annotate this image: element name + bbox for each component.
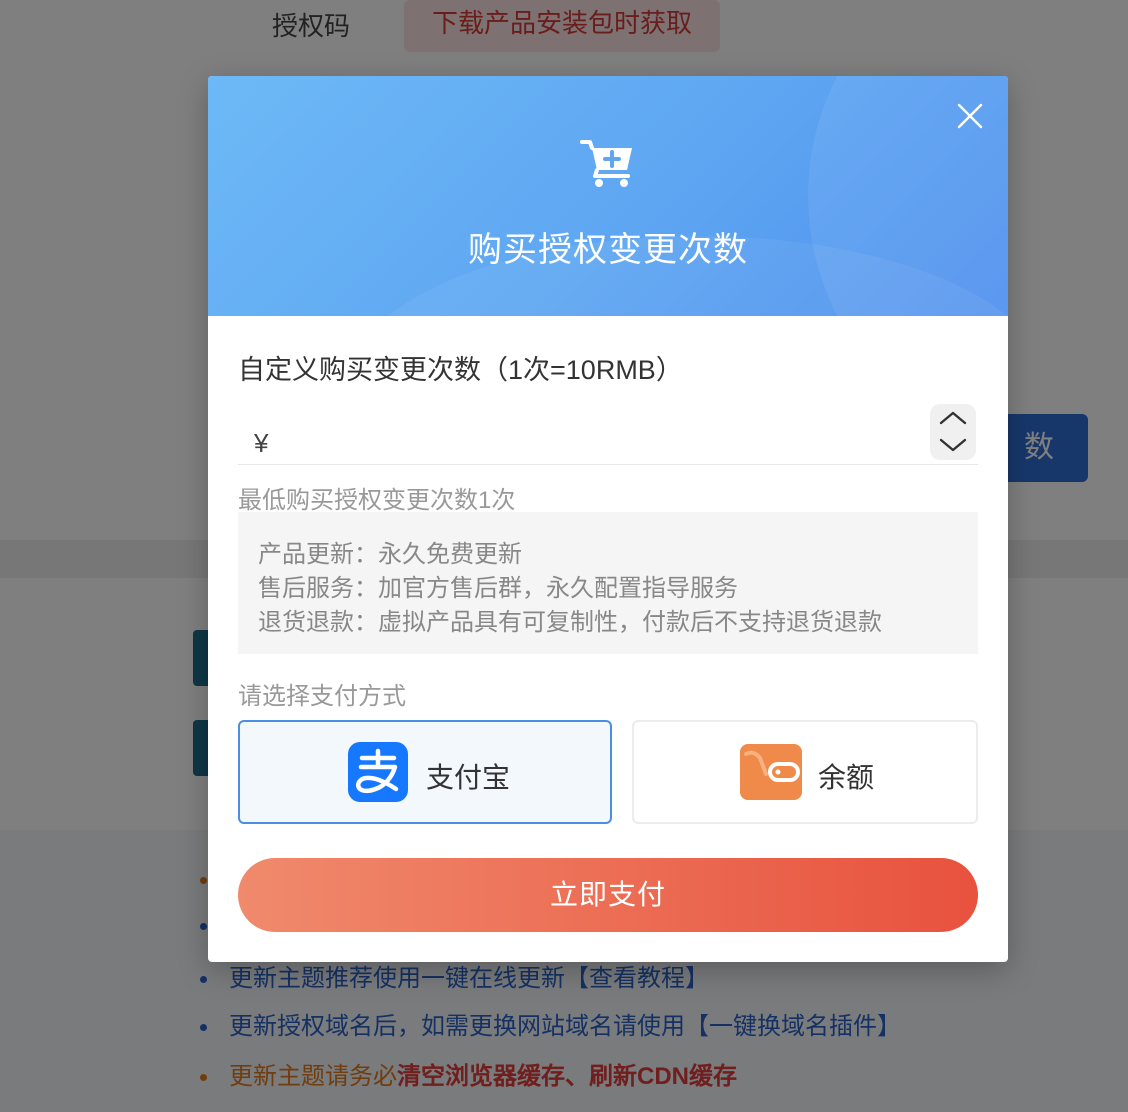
- quantity-field: ¥: [238, 404, 978, 465]
- modal-header: 购买授权变更次数: [208, 76, 1008, 316]
- close-icon[interactable]: [956, 102, 984, 130]
- currency-symbol: ¥: [254, 428, 269, 458]
- chevron-down-icon[interactable]: [930, 432, 976, 460]
- minimum-hint: 最低购买授权变更次数1次: [238, 487, 516, 514]
- chevron-up-icon[interactable]: [930, 404, 976, 432]
- alipay-icon: [348, 742, 408, 802]
- modal-title: 购买授权变更次数: [468, 231, 748, 269]
- cart-plus-icon: [580, 140, 632, 187]
- wallet-icon: [740, 744, 802, 800]
- payment-option-label: 支付宝: [426, 762, 511, 793]
- purchase-modal: 购买授权变更次数 自定义购买变更次数（1次=10RMB） ¥ 最低购买授权变更次…: [208, 76, 1008, 962]
- payment-option-alipay[interactable]: 支付宝: [238, 720, 612, 824]
- quantity-input[interactable]: [284, 418, 888, 460]
- payment-method-label: 请选择支付方式: [238, 683, 406, 710]
- pay-now-button[interactable]: 立即支付: [238, 858, 978, 932]
- payment-option-label: 余额: [818, 762, 875, 793]
- terms-box: 产品更新：永久免费更新 售后服务：加官方售后群，永久配置指导服务 退货退款：虚拟…: [238, 512, 978, 654]
- quantity-stepper[interactable]: [930, 404, 976, 460]
- terms-line: 退货退款：虚拟产品具有可复制性，付款后不支持退货退款: [258, 609, 882, 636]
- quantity-label: 自定义购买变更次数（1次=10RMB）: [238, 355, 683, 385]
- terms-line: 售后服务：加官方售后群，永久配置指导服务: [258, 575, 738, 602]
- payment-option-balance[interactable]: 余额: [632, 720, 978, 824]
- terms-line: 产品更新：永久免费更新: [258, 541, 522, 568]
